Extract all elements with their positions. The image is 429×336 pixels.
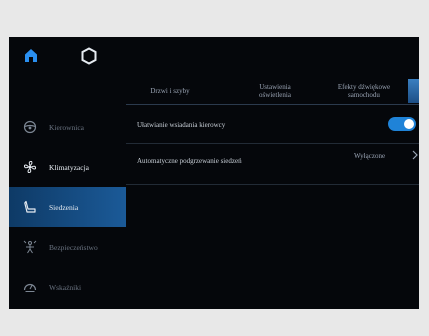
chevron-right-icon[interactable]	[412, 150, 418, 160]
setting-row-seat-heating[interactable]: Automatyczne podgrzewanie siedzeń	[126, 144, 419, 184]
gauge-icon	[23, 283, 37, 292]
fan-icon	[23, 160, 37, 174]
setting-row-easy-entry: Ułatwianie wsiadania kierowcy	[126, 107, 419, 143]
sidebar-item-air-conditioning[interactable]: Klimatyzacja	[9, 147, 126, 187]
tab-car-sound-effects[interactable]: Efekty dźwiękowe samochodu	[334, 79, 394, 103]
safety-icon	[23, 240, 37, 254]
toggle-knob	[404, 119, 414, 129]
setting-label-easy-entry: Ułatwianie wsiadania kierowcy	[137, 121, 226, 129]
sidebar-item-seats[interactable]: Siedzenia	[9, 187, 126, 227]
easy-entry-toggle[interactable]	[388, 117, 416, 131]
sidebar: Kierownica Klimatyzacja Siedzenia Bezpie…	[9, 107, 126, 309]
tab-bar: Drzwi i szyby Ustawienia oświetlenia Efe…	[126, 79, 419, 103]
hexagon-icon[interactable]	[81, 47, 97, 65]
top-bar	[9, 37, 419, 77]
setting-label-seat-heating: Automatyczne podgrzewanie siedzeń	[137, 157, 242, 165]
tab-lighting-settings[interactable]: Ustawienia oświetlenia	[244, 79, 306, 103]
settings-panel: Ułatwianie wsiadania kierowcy Automatycz…	[126, 107, 419, 309]
tab-active-indicator	[408, 79, 419, 103]
home-icon[interactable]	[24, 48, 38, 62]
sidebar-item-indicators[interactable]: Wskaźniki	[9, 267, 126, 307]
steering-wheel-icon	[23, 120, 37, 134]
tabs-divider	[126, 104, 419, 105]
tab-doors-windows[interactable]: Drzwi i szyby	[140, 79, 200, 103]
seat-heating-value[interactable]: Wyłączone	[354, 152, 385, 160]
row-divider	[126, 184, 419, 185]
app-window: Drzwi i szyby Ustawienia oświetlenia Efe…	[9, 37, 419, 309]
sidebar-item-steering-wheel[interactable]: Kierownica	[9, 107, 126, 147]
sidebar-item-safety[interactable]: Bezpieczeństwo	[9, 227, 126, 267]
seat-icon	[24, 200, 36, 213]
